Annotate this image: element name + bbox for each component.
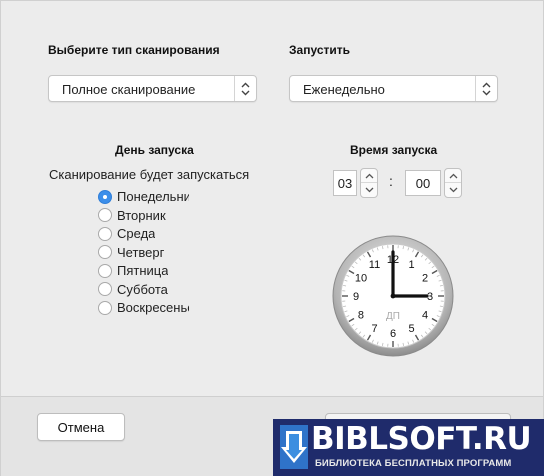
weekday-label: Четверг — [117, 244, 165, 260]
radio-button[interactable] — [98, 300, 112, 315]
weekday-label: Суббота — [117, 281, 168, 297]
weekday-option[interactable]: Понедельник — [98, 188, 189, 205]
schedule-scan-dialog: Выберите тип сканирования Полное сканиро… — [0, 0, 544, 476]
run-label: Запустить — [289, 43, 350, 57]
clock-number: 1 — [408, 259, 414, 271]
clock-number: 2 — [422, 273, 428, 285]
weekday-option[interactable]: Вторник — [98, 207, 166, 224]
radio-button[interactable] — [98, 245, 112, 259]
weekday-option[interactable]: Пятница — [98, 262, 168, 279]
weekday-label: Воскресенье — [117, 300, 189, 315]
hours-down-icon[interactable] — [361, 183, 377, 197]
run-time-label: Время запуска — [350, 143, 438, 157]
clock-number: 11 — [369, 259, 380, 271]
watermark-title: BIBLSOFT.RU — [311, 421, 532, 457]
watermark-banner: BIBLSOFT.RU БИБЛИОТЕКА БЕСПЛАТНЫХ ПРОГРА… — [273, 419, 544, 476]
weekday-label: Вторник — [117, 207, 166, 223]
clock-number: 10 — [355, 273, 367, 285]
run-day-description: Сканирование будет запускаться — [49, 167, 250, 182]
radio-button[interactable] — [98, 263, 112, 278]
run-frequency-select[interactable]: Еженедельно — [289, 75, 498, 102]
dialog-content: Выберите тип сканирования Полное сканиро… — [23, 23, 523, 395]
cancel-button[interactable]: Отмена — [37, 413, 125, 441]
weekday-option[interactable]: Четверг — [98, 244, 164, 261]
weekday-label: Пятница — [117, 263, 169, 278]
run-day-label: День запуска — [115, 143, 194, 157]
clock-number: 8 — [358, 310, 364, 322]
radio-button[interactable] — [98, 282, 112, 296]
minutes-down-icon[interactable] — [445, 183, 461, 197]
clock-number: 5 — [408, 323, 414, 335]
scan-type-select[interactable]: Полное сканирование — [48, 75, 257, 102]
scan-type-value: Полное сканирование — [62, 82, 196, 97]
hours-up-icon[interactable] — [361, 169, 377, 183]
weekday-label: Среда — [117, 226, 156, 241]
radio-button[interactable] — [98, 226, 112, 241]
clock-center — [390, 293, 396, 299]
clock-number: 9 — [353, 291, 359, 303]
hours-field[interactable]: 03 — [333, 170, 357, 196]
radio-button[interactable] — [98, 208, 112, 222]
run-frequency-value: Еженедельно — [303, 82, 385, 97]
clock-number: 7 — [371, 323, 377, 335]
watermark-subtitle: БИБЛИОТЕКА БЕСПЛАТНЫХ ПРОГРАММ — [315, 458, 512, 469]
weekday-option[interactable]: Воскресенье — [98, 299, 189, 316]
clock-number: 4 — [422, 310, 428, 322]
clock-period: ДП — [386, 311, 400, 322]
scan-type-label: Выберите тип сканирования — [48, 43, 220, 57]
weekday-option[interactable]: Суббота — [98, 281, 168, 298]
select-arrows-icon — [234, 76, 256, 101]
download-arrow-icon — [280, 425, 308, 469]
analog-clock: 121234567891011 ДП — [332, 235, 454, 357]
minutes-up-icon[interactable] — [445, 169, 461, 183]
minutes-field[interactable]: 00 — [405, 170, 441, 196]
minutes-stepper[interactable] — [444, 168, 462, 198]
hours-stepper[interactable] — [360, 168, 378, 198]
weekday-option[interactable]: Среда — [98, 225, 155, 242]
select-arrows-icon — [475, 76, 497, 101]
radio-button[interactable] — [98, 189, 112, 204]
clock-number: 6 — [390, 328, 396, 340]
time-separator: : — [389, 173, 393, 189]
weekday-label: Понедельник — [117, 189, 189, 204]
